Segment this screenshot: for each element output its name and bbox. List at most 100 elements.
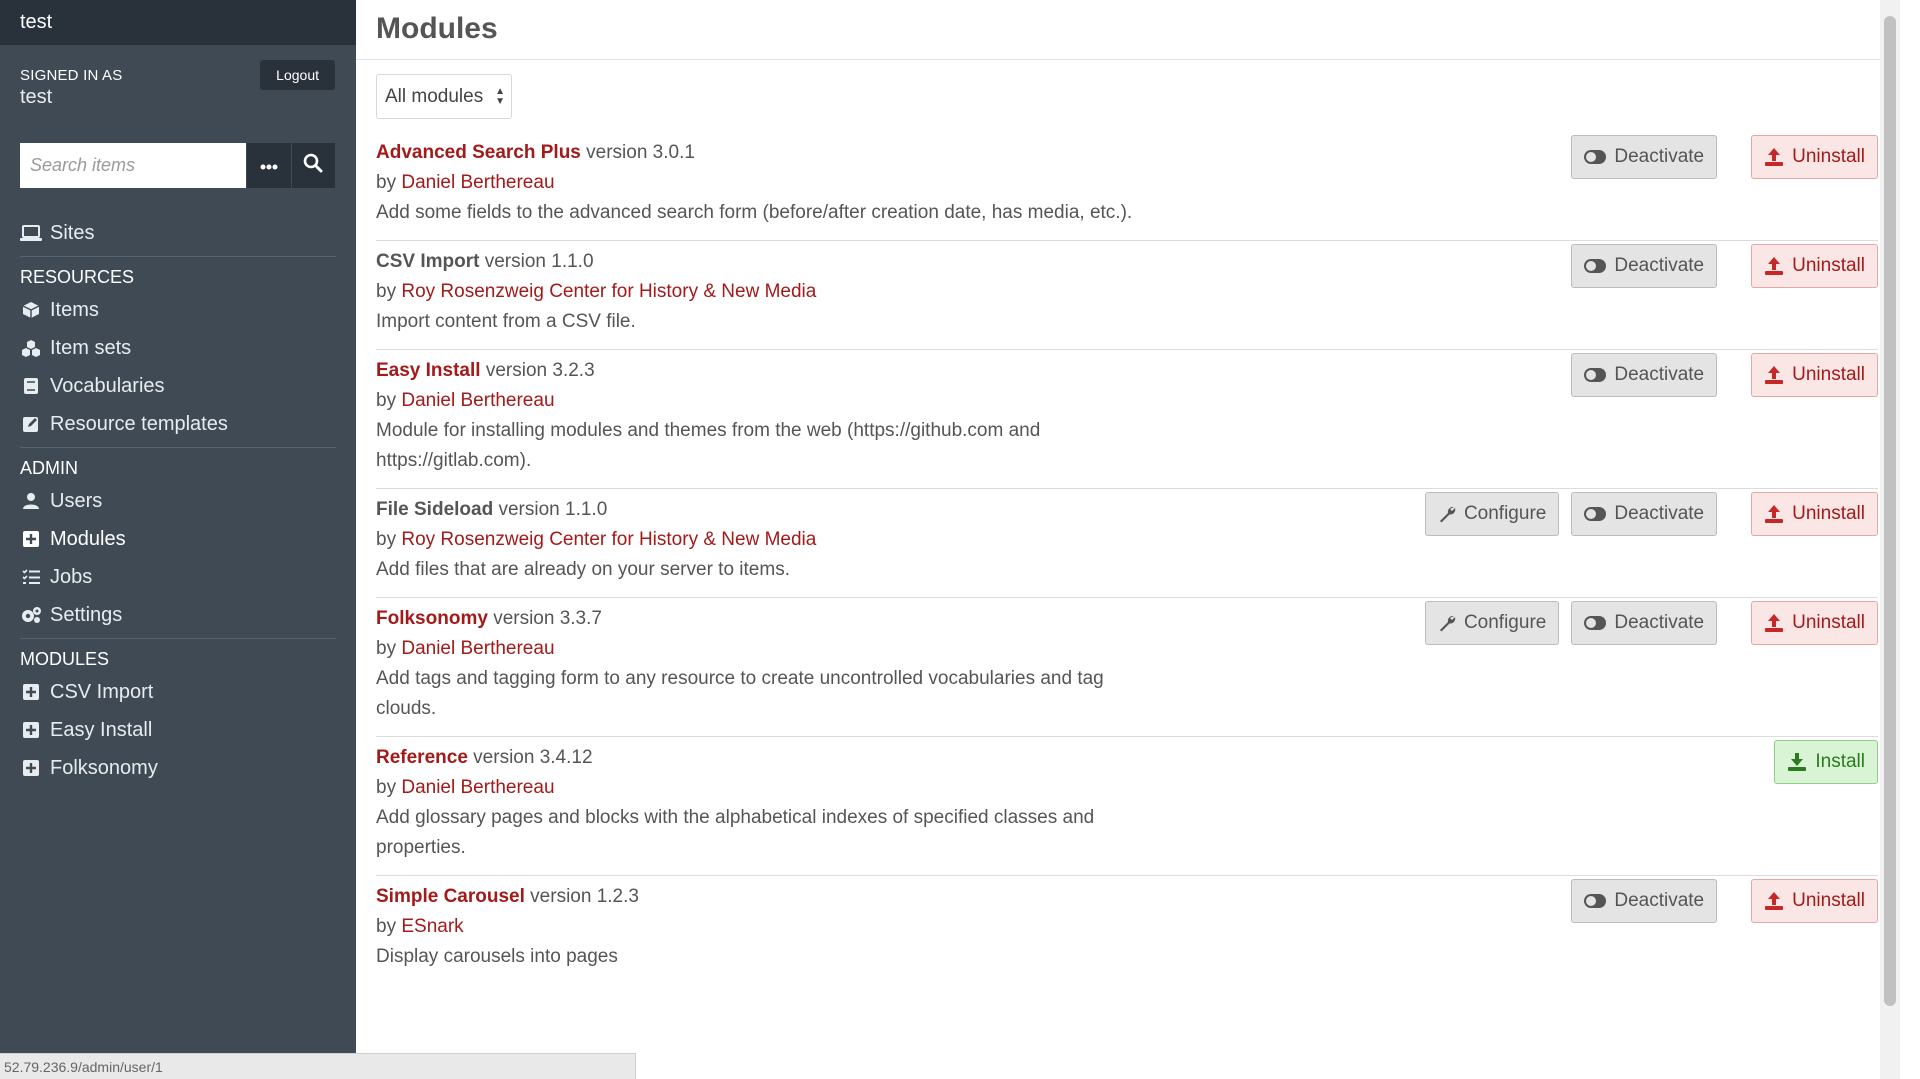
module-name-link[interactable]: Folksonomy — [376, 608, 488, 629]
nav-item-label: Modules — [50, 527, 126, 550]
search-form — [20, 143, 335, 188]
nav-item-items[interactable]: Items — [0, 291, 356, 329]
deactivate-button[interactable]: Deactivate — [1571, 601, 1718, 645]
book-icon — [20, 375, 42, 397]
module-version: version 3.4.12 — [473, 747, 593, 768]
module-version: version 3.2.3 — [485, 360, 595, 381]
uninstall-button[interactable]: Uninstall — [1751, 601, 1878, 645]
deactivate-button[interactable]: Deactivate — [1571, 244, 1718, 288]
nav-item-csv-import[interactable]: CSV Import — [0, 673, 356, 711]
uninstall-button[interactable]: Uninstall — [1751, 135, 1878, 179]
module-description: Add some fields to the advanced search f… — [376, 202, 1133, 223]
module-name-link[interactable]: Reference — [376, 747, 468, 768]
deactivate-button[interactable]: Deactivate — [1571, 353, 1718, 397]
module-filter-select[interactable]: All modules ▲ ▼ — [376, 74, 512, 119]
toggle-icon — [1584, 616, 1607, 630]
module-list: Advanced Search Plus version 3.0.1 by Da… — [376, 132, 1878, 984]
deactivate-label: Deactivate — [1614, 890, 1705, 911]
nav-item-modules[interactable]: Modules — [0, 520, 356, 558]
configure-button[interactable]: Configure — [1424, 601, 1560, 645]
nav-item-label: CSV Import — [50, 680, 154, 703]
upload-icon — [1764, 504, 1784, 524]
module-name: File Sideload — [376, 499, 494, 520]
section-heading-modules: MODULES — [20, 638, 336, 673]
module-row: Easy Install version 3.2.3 by Daniel Ber… — [376, 350, 1878, 489]
nav-item-resource-templates[interactable]: Resource templates — [0, 405, 356, 443]
deactivate-button[interactable]: Deactivate — [1571, 135, 1718, 179]
deactivate-button[interactable]: Deactivate — [1571, 492, 1718, 536]
plus-square-icon — [20, 681, 42, 703]
nav-item-sites[interactable]: Sites — [0, 218, 356, 248]
nav-item-easy-install[interactable]: Easy Install — [0, 711, 356, 749]
module-version: version 1.2.3 — [530, 886, 639, 907]
upload-icon — [1764, 891, 1784, 911]
search-icon — [303, 153, 323, 178]
uninstall-button[interactable]: Uninstall — [1751, 244, 1878, 288]
toggle-icon — [1584, 507, 1607, 521]
module-version: version 3.0.1 — [586, 142, 695, 163]
module-by: by — [376, 777, 397, 798]
page-title: Modules — [376, 12, 498, 45]
cube-icon — [20, 299, 42, 321]
uninstall-button[interactable]: Uninstall — [1751, 879, 1878, 923]
uninstall-label: Uninstall — [1792, 612, 1865, 633]
module-actions: Deactivate Uninstall — [1559, 135, 1878, 179]
module-author-link[interactable]: Roy Rosenzweig Center for History & New … — [401, 529, 816, 550]
toggle-icon — [1584, 894, 1607, 908]
nav-item-label: Items — [50, 298, 99, 321]
plus-square-icon — [20, 719, 42, 741]
module-author-link[interactable]: Roy Rosenzweig Center for History & New … — [401, 281, 816, 302]
nav-item-jobs[interactable]: Jobs — [0, 558, 356, 596]
scrollbar-thumb[interactable] — [1884, 16, 1896, 1006]
module-author-link[interactable]: ESnark — [401, 916, 463, 937]
download-icon — [1787, 752, 1807, 772]
upload-icon — [1764, 613, 1784, 633]
module-name-link[interactable]: Simple Carousel — [376, 886, 525, 907]
uninstall-label: Uninstall — [1792, 364, 1865, 385]
module-author-link[interactable]: Daniel Berthereau — [401, 777, 554, 798]
deactivate-label: Deactivate — [1614, 255, 1705, 276]
nav-item-folksonomy[interactable]: Folksonomy — [0, 749, 356, 787]
module-by: by — [376, 916, 397, 937]
module-name-link[interactable]: Easy Install — [376, 360, 481, 381]
nav-item-vocabularies[interactable]: Vocabularies — [0, 367, 356, 405]
deactivate-label: Deactivate — [1614, 612, 1705, 633]
module-name-link[interactable]: Advanced Search Plus — [376, 142, 581, 163]
wrench-icon — [1438, 505, 1456, 523]
nav-item-users[interactable]: Users — [0, 482, 356, 520]
module-name: CSV Import — [376, 251, 480, 272]
site-title[interactable]: test — [0, 0, 356, 45]
module-version: version 1.1.0 — [484, 251, 594, 272]
logout-button[interactable]: Logout — [260, 60, 335, 90]
search-input[interactable] — [20, 143, 246, 188]
module-row: Reference version 3.4.12 by Daniel Berth… — [376, 737, 1878, 876]
module-row: Simple Carousel version 1.2.3 by ESnark … — [376, 876, 1878, 984]
cogs-icon — [20, 604, 42, 626]
user-icon — [20, 490, 42, 512]
nav-item-item-sets[interactable]: Item sets — [0, 329, 356, 367]
module-row: Folksonomy version 3.3.7 by Daniel Berth… — [376, 598, 1878, 737]
deactivate-button[interactable]: Deactivate — [1571, 879, 1718, 923]
module-description: Add tags and tagging form to any resourc… — [376, 668, 1104, 719]
configure-button[interactable]: Configure — [1424, 492, 1560, 536]
advanced-search-button[interactable] — [247, 143, 291, 188]
nav-item-settings[interactable]: Settings — [0, 596, 356, 634]
toggle-icon — [1584, 368, 1607, 382]
uninstall-label: Uninstall — [1792, 890, 1865, 911]
module-by: by — [376, 390, 397, 411]
module-description: Import content from a CSV file. — [376, 311, 636, 332]
module-author-link[interactable]: Daniel Berthereau — [401, 390, 554, 411]
module-description: Display carousels into pages — [376, 946, 618, 967]
install-button[interactable]: Install — [1774, 740, 1878, 784]
module-filter-value: All modules — [385, 85, 484, 107]
search-submit-button[interactable] — [291, 143, 335, 188]
module-author-link[interactable]: Daniel Berthereau — [401, 172, 554, 193]
cubes-icon — [20, 337, 42, 359]
title-divider — [356, 59, 1900, 60]
uninstall-button[interactable]: Uninstall — [1751, 492, 1878, 536]
main-content: Modules All modules ▲ ▼ Advanced Search P… — [356, 0, 1900, 1079]
nav-item-label: Settings — [50, 603, 123, 626]
module-author-link[interactable]: Daniel Berthereau — [401, 638, 554, 659]
uninstall-button[interactable]: Uninstall — [1751, 353, 1878, 397]
page-scrollbar[interactable] — [1880, 0, 1900, 1079]
